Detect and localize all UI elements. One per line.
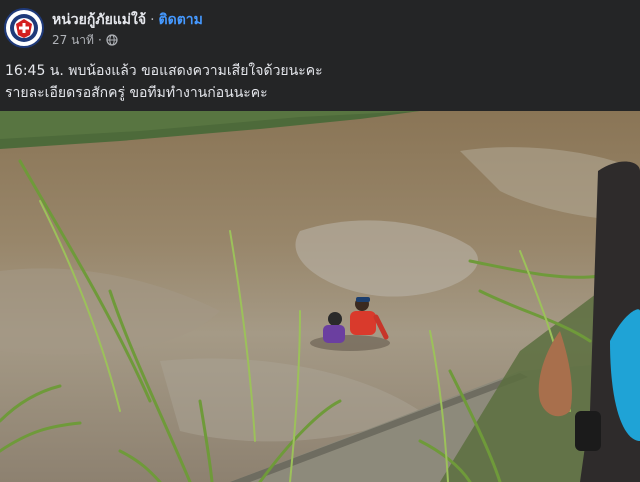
page-name-row: หน่วยกู้ภัยแม่ใจ้ · ติดตาม	[52, 10, 203, 30]
canal-photo	[0, 111, 640, 482]
post-header: หน่วยกู้ภัยแม่ใจ้ · ติดตาม 27 นาที ·	[0, 0, 640, 58]
name-separator: ·	[150, 12, 155, 28]
meta-separator: ·	[97, 33, 102, 47]
post-meta: 27 นาที ·	[52, 32, 118, 48]
page-avatar[interactable]	[4, 8, 44, 48]
post-text-line-2: รายละเอียดรอสักครู่ ขอทีมทำงานก่อนนะคะ	[5, 85, 268, 101]
follow-button[interactable]: ติดตาม	[159, 9, 203, 31]
post-text: 16:45 น. พบน้องแล้ว ขอแสดงความเสียใจด้วย…	[5, 60, 635, 104]
post-text-line-1: 16:45 น. พบน้องแล้ว ขอแสดงความเสียใจด้วย…	[5, 63, 323, 79]
page-name[interactable]: หน่วยกู้ภัยแม่ใจ้	[52, 9, 146, 31]
post-timestamp[interactable]: 27 นาที	[52, 31, 94, 50]
rescue-logo-icon	[7, 11, 41, 45]
post-photo[interactable]	[0, 111, 640, 482]
globe-icon	[106, 34, 118, 46]
